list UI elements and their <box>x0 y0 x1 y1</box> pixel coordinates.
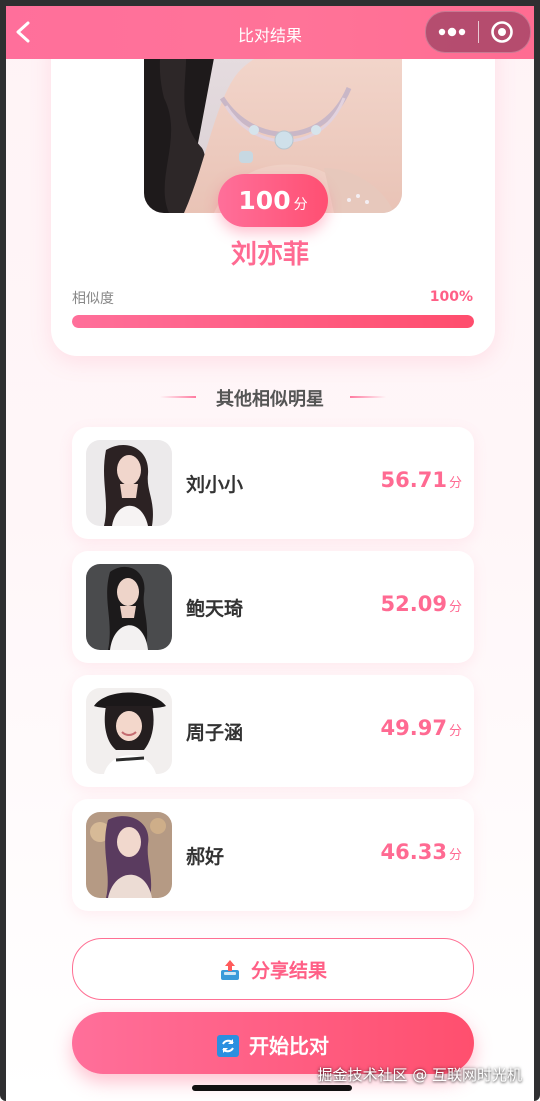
list-item[interactable]: 郝好 46.33 分 <box>72 799 474 911</box>
start-button-content: 开始比对 <box>72 1030 474 1059</box>
list-item-score-value: 52.09 <box>380 592 447 616</box>
portrait-image <box>86 688 172 774</box>
share-button-label: 分享结果 <box>250 960 327 982</box>
list-item[interactable]: 鲍天琦 52.09 分 <box>72 551 474 663</box>
portrait-image <box>86 812 172 898</box>
device-bezel-right <box>534 0 540 1101</box>
list-item-name: 周子涵 <box>186 722 244 744</box>
list-item-score-value: 56.71 <box>380 468 447 492</box>
similarity-progress-bar <box>72 315 474 328</box>
list-item-score: 56.71 分 <box>381 468 462 492</box>
list-item-score-value: 49.97 <box>380 716 447 740</box>
portrait-image <box>86 564 172 650</box>
section-divider-right <box>350 396 386 398</box>
avatar <box>86 564 172 650</box>
list-item-score-value: 46.33 <box>380 840 447 864</box>
avatar <box>86 440 172 526</box>
refresh-icon <box>217 1035 239 1057</box>
screen: 100 分 刘亦菲 相似度 100% 其他相似明星 刘小小 56.71 分 鲍天… <box>0 0 540 1101</box>
close-button[interactable] <box>488 19 516 45</box>
similarity-value: 100% <box>429 289 473 305</box>
similarity-label: 相似度 <box>72 291 114 307</box>
list-item[interactable]: 周子涵 49.97 分 <box>72 675 474 787</box>
portrait-image <box>86 440 172 526</box>
share-upload-icon <box>220 960 239 980</box>
share-button-content: 分享结果 <box>73 956 473 983</box>
list-item-score: 46.33 分 <box>381 840 462 864</box>
more-button[interactable] <box>434 20 474 44</box>
list-item-score: 49.97 分 <box>381 716 462 740</box>
device-bezel-top <box>0 0 540 6</box>
top-match-score-unit: 分 <box>293 197 308 213</box>
top-match-name: 刘亦菲 <box>230 240 309 270</box>
avatar <box>86 812 172 898</box>
capsule-divider <box>478 21 479 43</box>
avatar <box>86 688 172 774</box>
mini-program-capsule <box>425 11 531 53</box>
top-match-score-badge: 100 分 <box>218 174 328 227</box>
list-item-score-unit: 分 <box>448 724 462 739</box>
target-close-icon <box>491 21 513 43</box>
section-title: 其他相似明星 <box>216 389 324 410</box>
start-button-label: 开始比对 <box>249 1034 329 1058</box>
list-item-name: 刘小小 <box>186 474 244 496</box>
more-dots-icon <box>438 27 466 37</box>
home-indicator[interactable] <box>192 1085 352 1091</box>
list-item-name: 鲍天琦 <box>186 598 244 620</box>
list-item-name: 郝好 <box>186 846 225 868</box>
device-bezel-left <box>0 0 6 1101</box>
list-item-score-unit: 分 <box>448 848 462 863</box>
list-item[interactable]: 刘小小 56.71 分 <box>72 427 474 539</box>
list-item-score: 52.09 分 <box>381 592 462 616</box>
share-result-button[interactable]: 分享结果 <box>72 938 474 1000</box>
similarity-progress-fill <box>72 315 474 328</box>
navigation-bar: 比对结果 <box>0 6 540 59</box>
top-match-score: 100 <box>238 186 291 215</box>
list-item-score-unit: 分 <box>448 476 462 491</box>
list-item-score-unit: 分 <box>448 600 462 615</box>
watermark: 掘金技术社区 @ 互联网时光机 <box>317 1066 522 1084</box>
